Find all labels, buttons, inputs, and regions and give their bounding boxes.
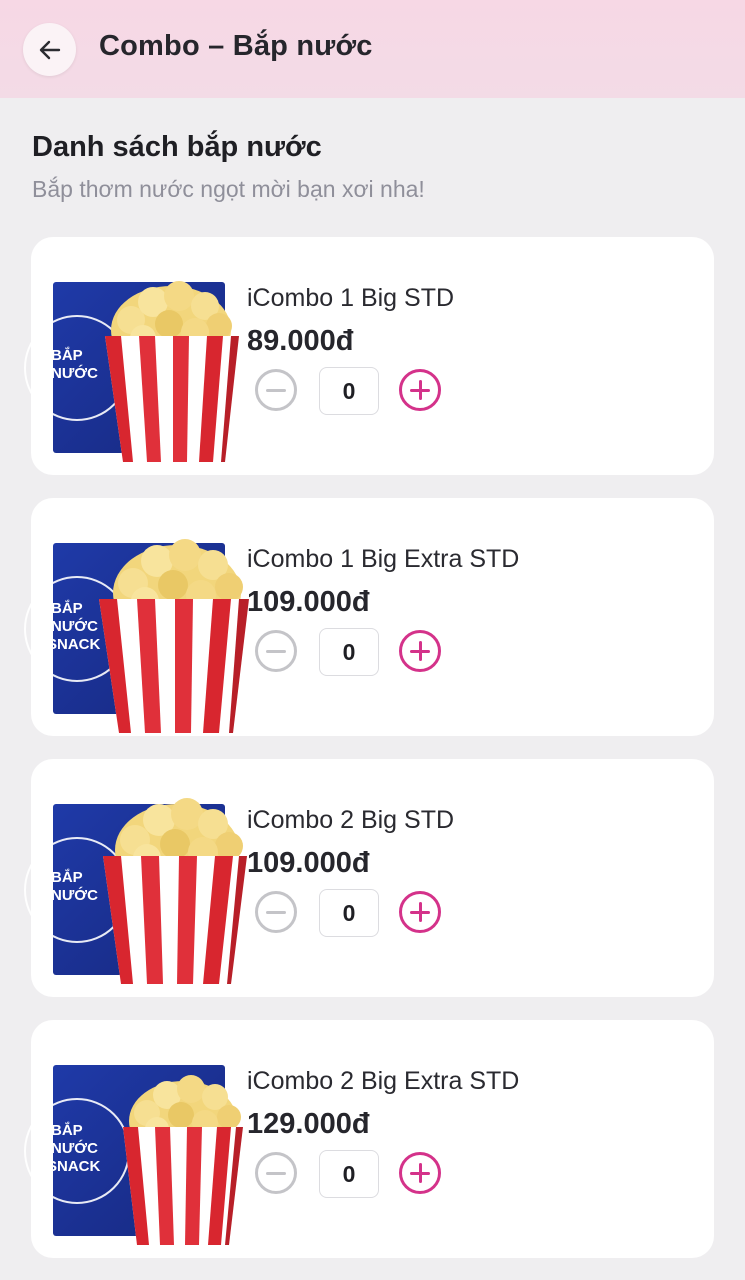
product-name: iCombo 1 Big STD [247, 284, 455, 312]
image-logo-text: BẮP [51, 868, 83, 886]
popcorn-bucket [105, 281, 239, 462]
decrease-quantity-button[interactable] [255, 369, 297, 411]
increase-quantity-button[interactable] [399, 630, 441, 672]
app-header: Combo – Bắp nước [0, 0, 745, 98]
product-card: BẮP NƯỚC SNACK iCombo 2 Big Extra STD 12… [24, 1020, 714, 1258]
product-price: 109.000đ [247, 586, 370, 618]
product-name: iCombo 2 Big Extra STD [247, 1067, 520, 1095]
increase-quantity-button[interactable] [399, 1152, 441, 1194]
product-name: iCombo 2 Big STD [247, 806, 455, 834]
image-logo-text: BẮP [51, 346, 83, 364]
product-card: BẮP NƯỚC iCombo 1 Big STD 89.000đ 0 [24, 237, 714, 475]
minus-icon [266, 910, 286, 914]
quantity-field[interactable]: 0 [319, 1150, 379, 1198]
image-logo-text: BẮP [51, 599, 83, 617]
increase-quantity-button[interactable] [399, 369, 441, 411]
image-logo-text: NƯỚC [51, 617, 98, 635]
decrease-quantity-button[interactable] [255, 891, 297, 933]
section-subtitle: Bắp thơm nước ngọt mời bạn xơi nha! [32, 176, 425, 202]
arrow-left-icon [39, 40, 60, 59]
image-logo-text: SNACK [47, 636, 101, 653]
popcorn-bucket [99, 539, 249, 733]
decrease-quantity-button[interactable] [255, 630, 297, 672]
product-price: 89.000đ [247, 325, 354, 357]
page-title: Combo – Bắp nước [99, 30, 373, 62]
back-button[interactable] [23, 23, 76, 76]
image-logo-text: NƯỚC [51, 1139, 98, 1157]
product-card: BẮP NƯỚC SNACK iCombo 1 Big Extra STD 10… [24, 498, 714, 736]
minus-icon [266, 1171, 286, 1175]
section-title: Danh sách bắp nước [32, 131, 322, 163]
product-image: BẮP NƯỚC [24, 798, 247, 984]
decrease-quantity-button[interactable] [255, 1152, 297, 1194]
product-name: iCombo 1 Big Extra STD [247, 545, 520, 573]
image-logo-text: SNACK [47, 1158, 101, 1175]
image-logo-text: BẮP [51, 1121, 83, 1139]
quantity-field[interactable]: 0 [319, 628, 379, 676]
product-price: 109.000đ [247, 847, 370, 879]
product-card: BẮP NƯỚC iCombo 2 Big STD 109.000đ 0 [24, 759, 714, 997]
minus-icon [266, 388, 286, 392]
product-image: BẮP NƯỚC SNACK [24, 539, 249, 733]
increase-quantity-button[interactable] [399, 891, 441, 933]
quantity-field[interactable]: 0 [319, 367, 379, 415]
product-price: 129.000đ [247, 1108, 370, 1140]
popcorn-bucket [103, 798, 247, 984]
quantity-field[interactable]: 0 [319, 889, 379, 937]
popcorn-bucket [123, 1075, 243, 1245]
minus-icon [266, 649, 286, 653]
product-image: BẮP NƯỚC [24, 281, 239, 462]
product-image: BẮP NƯỚC SNACK [24, 1065, 243, 1245]
image-logo-text: NƯỚC [51, 364, 98, 382]
image-logo-text: NƯỚC [51, 886, 98, 904]
